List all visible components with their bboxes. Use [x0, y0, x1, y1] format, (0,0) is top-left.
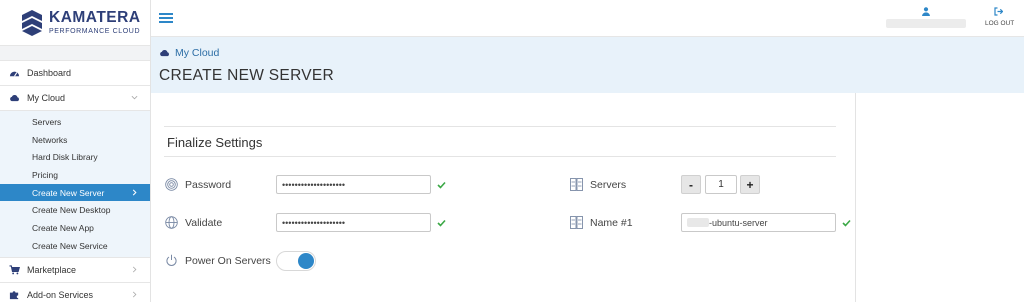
sidebar-item-label: Create New Service [32, 240, 108, 251]
top-bar: LOG OUT [151, 0, 1024, 37]
sidebar-item-label: Create New Desktop [32, 205, 111, 216]
power-on-toggle[interactable] [276, 251, 316, 271]
chevron-right-icon [132, 291, 137, 297]
sidebar-item-label: Hard Disk Library [32, 152, 98, 163]
user-icon[interactable] [922, 7, 930, 16]
redacted-prefix [687, 218, 709, 227]
password-label: Password [165, 178, 231, 191]
servers-increment-button[interactable]: + [740, 175, 760, 194]
brand-name: KAMATERA [49, 9, 141, 27]
logout-icon[interactable] [994, 7, 1003, 16]
logo[interactable]: KAMATERA PERFORMANCE CLOUD [0, 0, 150, 45]
sidebar-item-networks[interactable]: Networks [0, 131, 150, 149]
page-header: My Cloud CREATE NEW SERVER [151, 37, 1024, 93]
servers-count-field[interactable]: 1 [705, 175, 737, 194]
cloud-icon [160, 49, 169, 57]
breadcrumb-my-cloud[interactable]: My Cloud [175, 47, 219, 59]
page-title: CREATE NEW SERVER [159, 67, 335, 84]
breadcrumb[interactable]: My Cloud [159, 47, 219, 59]
sidebar-item-create-new-app[interactable]: Create New App [0, 219, 150, 237]
server-name-field[interactable]: -ubuntu-server [681, 213, 836, 232]
dashboard-icon [8, 67, 20, 79]
kamatera-logo-icon [22, 9, 42, 36]
validate-label-text: Validate [185, 216, 223, 229]
sidebar-item-label: Create New App [32, 222, 94, 233]
sidebar-item-create-new-desktop[interactable]: Create New Desktop [0, 201, 150, 219]
section-title: Finalize Settings [167, 135, 263, 150]
sidebar-item-label: Servers [32, 116, 62, 127]
power-on-label-text: Power On Servers [185, 254, 271, 267]
power-on-label: Power On Servers [165, 254, 271, 267]
checkmark-icon [842, 219, 851, 227]
password-label-text: Password [185, 178, 232, 191]
sidebar-item-create-new-server[interactable]: Create New Server [0, 183, 150, 202]
server-name-value: -ubuntu-server [709, 217, 768, 228]
brand-tagline: PERFORMANCE CLOUD [49, 27, 141, 35]
fingerprint-icon [165, 178, 178, 191]
sidebar: KAMATERA PERFORMANCE CLOUD Dashboard My … [0, 0, 151, 302]
chevron-right-icon [132, 189, 137, 196]
sidebar-item-add-on-services[interactable]: Add-on Services [0, 283, 150, 302]
sidebar-item-hard-disk-library[interactable]: Hard Disk Library [0, 148, 150, 166]
app-root: KAMATERA PERFORMANCE CLOUD Dashboard My … [0, 0, 1024, 302]
sidebar-item-label: Dashboard [27, 68, 72, 78]
sidebar-item-marketplace[interactable]: Marketplace [0, 258, 150, 283]
servers-label: Servers [570, 178, 626, 191]
sidebar-item-label: Add-on Services [27, 289, 94, 300]
sidebar-item-label: Create New Server [32, 187, 105, 198]
cart-icon [8, 264, 20, 276]
servers-decrement-button[interactable]: - [681, 175, 701, 194]
server-icon [570, 216, 583, 229]
sidebar-item-label: Networks [32, 134, 68, 145]
puzzle-icon [8, 289, 20, 301]
sidebar-item-dashboard[interactable]: Dashboard [0, 61, 150, 86]
sidebar-item-label: Pricing [32, 169, 58, 180]
server-icon [570, 178, 583, 191]
sidebar-item-pricing[interactable]: Pricing [0, 166, 150, 184]
name-label-text: Name #1 [590, 216, 633, 229]
logout-button[interactable]: LOG OUT [985, 20, 1014, 27]
power-icon [166, 254, 177, 266]
cloud-icon [8, 92, 20, 104]
chevron-down-icon [131, 95, 138, 100]
checkmark-icon [437, 219, 446, 227]
globe-icon [165, 216, 178, 229]
sidebar-item-my-cloud[interactable]: My Cloud [0, 86, 150, 111]
hamburger-icon[interactable] [159, 12, 173, 24]
chevron-right-icon [132, 266, 137, 272]
sidebar-submenu-my-cloud: Servers Networks Hard Disk Library Prici… [0, 111, 150, 258]
sidebar-item-create-new-service[interactable]: Create New Service [0, 237, 150, 255]
user-name-redacted[interactable] [886, 19, 966, 28]
servers-label-text: Servers [590, 178, 627, 191]
name-label: Name #1 [570, 216, 633, 229]
password-field[interactable]: •••••••••••••••••••• [276, 175, 431, 194]
validate-password-field[interactable]: •••••••••••••••••••• [276, 213, 431, 232]
validate-label: Validate [165, 216, 222, 229]
finalize-settings-section: Finalize Settings [164, 126, 836, 157]
sidebar-item-label: Marketplace [27, 264, 77, 275]
sidebar-item-servers[interactable]: Servers [0, 113, 150, 131]
sidebar-item-label: My Cloud [27, 93, 66, 103]
main-panel: Finalize Settings Password •••••••••••••… [151, 93, 856, 302]
sidebar-divider [0, 45, 150, 61]
toggle-knob[interactable] [298, 253, 314, 269]
checkmark-icon [437, 181, 446, 189]
